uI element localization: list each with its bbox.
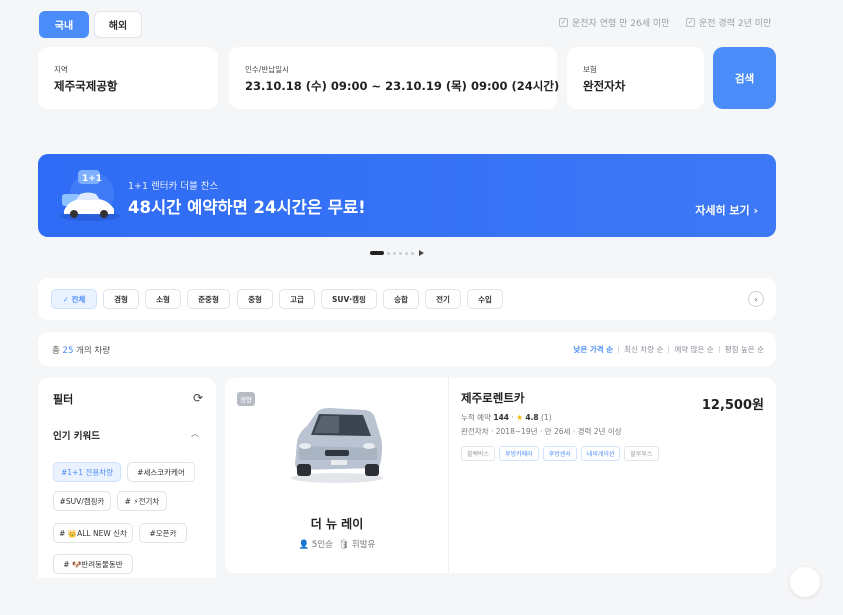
promo-banner[interactable]: 1+1 1+1 렌터카 더블 찬스 48시간 예약하면 24시간은 무료! 자세…	[38, 154, 776, 237]
pager-dot[interactable]	[405, 251, 408, 255]
results-summary: 총 25 개의 차량 낮은 가격 순 최신 차량 순 예약 많은 순 평점 높은…	[38, 332, 776, 366]
pager-dot[interactable]	[387, 251, 390, 255]
car-summary: 경형 더 뉴 레이 👤 5인승 🛢 휘발유	[225, 378, 449, 573]
keyword-tag[interactable]: #SUV/캠핑카	[53, 491, 111, 511]
car-image	[291, 408, 383, 483]
experience-condition-checkbox[interactable]: ✓ 운전 경력 2년 미만	[686, 16, 771, 29]
person-icon: 👤	[298, 540, 310, 550]
total-count-number: 25	[62, 346, 74, 356]
star-icon: ★	[516, 413, 523, 422]
rating-value: 4.8	[525, 413, 539, 422]
pager-dot[interactable]	[393, 251, 396, 255]
location-label: 지역	[54, 65, 68, 74]
chip-all[interactable]: ✓ 전체	[51, 289, 97, 309]
review-count: (1)	[541, 413, 552, 422]
pager-dot[interactable]	[411, 251, 414, 255]
car-listing-card[interactable]: 경형 더 뉴 레이 👤 5인승 🛢 휘발유 제주로렌트카 12,500원 누적 …	[225, 378, 776, 573]
car-options: 블랙박스 후방카메라 후방센서 내비게이션 블루투스	[461, 446, 659, 461]
filter-panel: 필터 ⟳ 인기 키워드 ︿ #1+1 전용차량 #세스코카케어 #SUV/캠핑카…	[38, 378, 216, 578]
rental-price: 12,500원	[701, 398, 764, 413]
option-badge: 후방카메라	[499, 446, 539, 461]
option-badge: 후방센서	[542, 446, 577, 461]
keywords-title: 인기 키워드	[53, 431, 101, 442]
chip-compact[interactable]: 경형	[103, 289, 139, 309]
company-rating-line: 누적 예약 144 · ★ 4.8 (1)	[461, 413, 552, 422]
experience-condition-label: 운전 경력 2년 미만	[699, 19, 772, 29]
insurance-value: 완전자차	[583, 79, 626, 93]
insurance-label: 보험	[583, 65, 597, 74]
car-specs: 👤 5인승 🛢 휘발유	[225, 538, 449, 550]
dates-label: 인수/반납일시	[245, 65, 289, 74]
keyword-tag[interactable]: #1+1 전용차량	[53, 462, 121, 482]
pager-dot-active[interactable]	[370, 251, 384, 255]
checkbox-icon: ✓	[686, 18, 695, 27]
chip-suv-camping[interactable]: SUV·캠핑	[321, 289, 377, 309]
insurance-field[interactable]: 보험 완전자차	[567, 47, 704, 109]
reservation-count: 144	[493, 413, 510, 422]
chip-midsize[interactable]: 중형	[237, 289, 273, 309]
sort-price-low[interactable]: 낮은 가격 순	[573, 344, 613, 355]
sort-options: 낮은 가격 순 최신 차량 순 예약 많은 순 평점 높은 순	[573, 344, 764, 355]
age-condition-checkbox[interactable]: ✓ 운전자 연령 만 26세 미만	[559, 16, 669, 29]
keyword-tag[interactable]: # 🐶반려동물동반	[53, 554, 133, 574]
svg-text:1+1: 1+1	[82, 174, 102, 184]
sort-most-booked[interactable]: 예약 많은 순	[674, 344, 713, 355]
divider	[618, 346, 620, 353]
keyword-tag[interactable]: #세스코카케어	[127, 462, 195, 482]
promo-car-illustration: 1+1	[60, 170, 120, 221]
option-badge: 블루투스	[624, 446, 659, 461]
banner-title: 48시간 예약하면 24시간은 무료!	[128, 198, 366, 217]
banner-pager	[370, 250, 424, 256]
keyword-tag[interactable]: #오픈카	[139, 523, 187, 543]
search-button[interactable]: 검색	[713, 47, 776, 109]
option-badge: 블랙박스	[461, 446, 496, 461]
sort-top-rated[interactable]: 평점 높은 순	[725, 344, 764, 355]
rental-conditions: 완전자차 · 2018~19년 · 만 26세 · 경력 2년 이상	[461, 427, 622, 436]
chip-electric[interactable]: 전기	[425, 289, 461, 309]
fuel-icon: 🛢	[338, 540, 350, 550]
chevron-right-icon[interactable]: ›	[748, 291, 764, 307]
keyword-tag[interactable]: # ⚡전기차	[117, 491, 167, 511]
car-fuel: 휘발유	[351, 540, 376, 550]
keyword-tag[interactable]: # 👑ALL NEW 신차	[53, 523, 133, 543]
banner-subtitle: 1+1 렌터카 더블 찬스	[128, 181, 219, 192]
banner-more-link[interactable]: 자세히 보기 ›	[695, 202, 758, 218]
location-field[interactable]: 지역 제주국제공항	[38, 47, 218, 109]
chip-small[interactable]: 소형	[145, 289, 181, 309]
filter-title: 필터	[53, 393, 74, 406]
divider	[718, 346, 720, 353]
age-condition-label: 운전자 연령 만 26세 미만	[572, 19, 670, 29]
sort-newest-car[interactable]: 최신 차량 순	[624, 344, 663, 355]
checkbox-icon: ✓	[559, 18, 568, 27]
chip-imported[interactable]: 수입	[467, 289, 503, 309]
chip-van[interactable]: 승합	[383, 289, 419, 309]
tab-domestic[interactable]: 국내	[39, 11, 89, 38]
total-count: 총 25 개의 차량	[52, 346, 111, 356]
rental-dates-field[interactable]: 인수/반납일시 23.10.18 (수) 09:00 ~ 23.10.19 (목…	[229, 47, 560, 109]
dates-value: 23.10.18 (수) 09:00 ~ 23.10.19 (목) 09:00 …	[245, 79, 560, 93]
chevron-up-icon[interactable]: ︿	[191, 428, 199, 439]
scroll-top-button[interactable]	[790, 567, 820, 597]
car-seats: 5인승	[311, 540, 333, 550]
location-value: 제주국제공항	[54, 79, 118, 93]
pager-dot[interactable]	[399, 251, 402, 255]
refresh-icon[interactable]: ⟳	[193, 391, 203, 405]
play-icon[interactable]	[419, 250, 424, 256]
option-badge: 내비게이션	[580, 446, 621, 461]
car-model-name: 더 뉴 레이	[310, 517, 364, 531]
chip-premium[interactable]: 고급	[279, 289, 315, 309]
divider	[668, 346, 670, 353]
chip-semi-midsize[interactable]: 준중형	[187, 289, 230, 309]
tab-overseas[interactable]: 해외	[94, 11, 142, 38]
car-grade-badge: 경형	[237, 392, 255, 406]
category-filter-bar: ✓ 전체 경형 소형 준중형 중형 고급 SUV·캠핑 승합 전기 수입 ›	[38, 278, 776, 320]
rental-company-name: 제주로렌트카	[461, 391, 525, 405]
